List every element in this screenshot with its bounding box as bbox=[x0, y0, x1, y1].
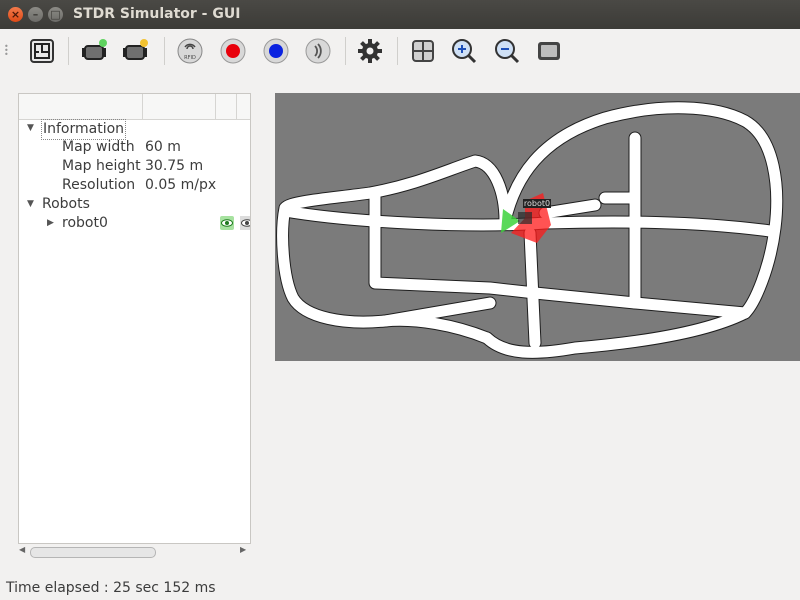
tree-horizontal-scrollbar[interactable]: ◀ ▶ bbox=[18, 545, 249, 559]
load-map-button[interactable] bbox=[28, 37, 56, 65]
grid-icon bbox=[412, 40, 434, 62]
svg-text:RFID: RFID bbox=[184, 55, 196, 61]
visibility-toggle-button[interactable] bbox=[220, 216, 234, 230]
toolbar: • • • RFID bbox=[0, 29, 800, 73]
property-key: Map height bbox=[62, 158, 141, 174]
tree-header bbox=[19, 94, 250, 120]
map-canvas[interactable]: robot0 bbox=[275, 93, 800, 361]
tree-item-robot0[interactable]: robot0 bbox=[62, 214, 108, 233]
scrollbar-thumb[interactable] bbox=[30, 547, 156, 558]
eye-icon bbox=[241, 219, 250, 227]
add-robot-icon bbox=[82, 39, 107, 60]
load-robot-button[interactable] bbox=[122, 37, 150, 65]
expand-robot0-icon[interactable]: ▶ bbox=[47, 218, 54, 228]
expand-information-icon[interactable]: ▼ bbox=[27, 123, 34, 133]
robot-label: robot0 bbox=[524, 199, 550, 208]
map-height-value: 30.75 m bbox=[145, 158, 204, 174]
grid-button[interactable] bbox=[409, 37, 437, 65]
scroll-right-arrow-icon[interactable]: ▶ bbox=[240, 545, 246, 554]
sound-source-icon bbox=[305, 38, 331, 64]
co2-source-icon bbox=[220, 38, 246, 64]
add-robot-button[interactable] bbox=[81, 37, 109, 65]
zoom-out-button[interactable] bbox=[493, 37, 521, 65]
load-map-icon bbox=[30, 39, 54, 63]
zoom-in-button[interactable] bbox=[450, 37, 478, 65]
trail-toggle-button[interactable] bbox=[240, 216, 250, 230]
sound-source-button[interactable] bbox=[304, 37, 332, 65]
information-label: Information bbox=[43, 121, 125, 137]
window-title: STDR Simulator - GUI bbox=[73, 6, 241, 22]
thermal-source-icon bbox=[263, 38, 289, 64]
co2-source-button[interactable] bbox=[219, 37, 247, 65]
rfid-tag-button[interactable]: RFID bbox=[176, 37, 204, 65]
tree-item-information[interactable]: Information bbox=[41, 119, 127, 140]
title-bar: × – □ STDR Simulator - GUI bbox=[0, 0, 800, 29]
expand-robots-icon[interactable]: ▼ bbox=[27, 199, 34, 209]
map-view[interactable]: robot0 bbox=[275, 93, 800, 361]
close-window-button[interactable]: × bbox=[8, 7, 23, 22]
tree-item-robots[interactable]: Robots bbox=[42, 195, 90, 214]
zoom-out-icon bbox=[495, 39, 520, 64]
info-tree-panel: ▼ Information Map width 60 m Map height … bbox=[18, 93, 251, 544]
property-key: Resolution bbox=[62, 177, 136, 193]
robot-body bbox=[518, 212, 532, 224]
thermal-source-button[interactable] bbox=[262, 37, 290, 65]
rfid-tag-icon: RFID bbox=[177, 38, 203, 64]
resolution-value: 0.05 m/px bbox=[145, 177, 217, 193]
minimize-window-button[interactable]: – bbox=[28, 7, 43, 22]
settings-gear-icon bbox=[358, 39, 382, 63]
map-width-value: 60 m bbox=[145, 139, 181, 155]
eye-icon bbox=[221, 219, 233, 227]
status-bar-text: Time elapsed : 25 sec 152 ms bbox=[6, 580, 216, 596]
maximize-window-button[interactable]: □ bbox=[48, 7, 63, 22]
adjust-zoom-button[interactable] bbox=[535, 37, 563, 65]
property-key: Map width bbox=[62, 139, 135, 155]
adjust-zoom-icon bbox=[538, 42, 560, 60]
toolbar-grip[interactable]: • • • bbox=[4, 43, 9, 59]
settings-button[interactable] bbox=[356, 37, 384, 65]
scroll-left-arrow-icon[interactable]: ◀ bbox=[19, 545, 25, 554]
zoom-in-icon bbox=[452, 39, 477, 64]
load-robot-icon bbox=[123, 39, 148, 60]
